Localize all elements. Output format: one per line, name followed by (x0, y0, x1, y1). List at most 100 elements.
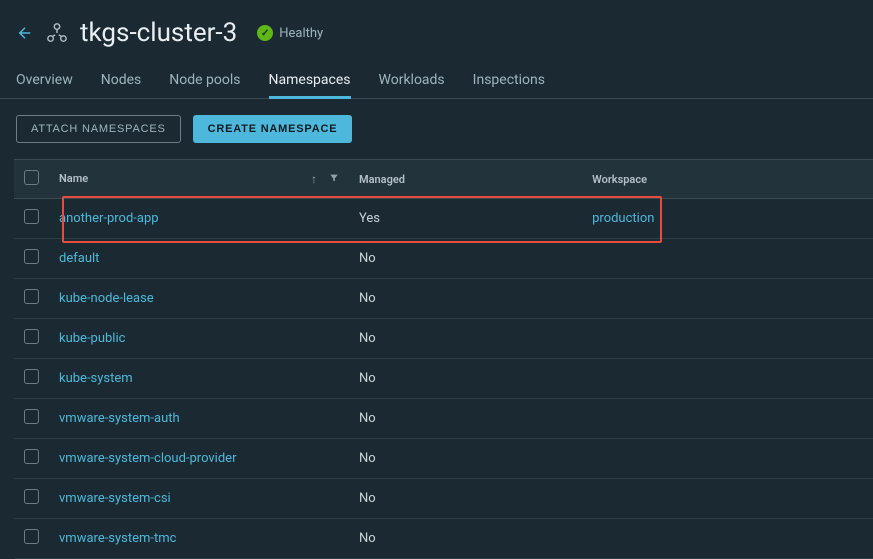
row-checkbox[interactable] (24, 249, 39, 264)
workspace-link[interactable]: production (592, 211, 654, 226)
table-row: vmware-system-cloud-provider No (14, 439, 873, 479)
page-header: tkgs-cluster-3 Healthy (0, 0, 873, 66)
table-row: vmware-system-auth No (14, 399, 873, 439)
row-name-cell: default (49, 239, 349, 279)
row-checkbox-cell (14, 199, 49, 239)
tab-workloads[interactable]: Workloads (379, 66, 445, 99)
row-checkbox-cell (14, 479, 49, 519)
row-checkbox-cell (14, 319, 49, 359)
tab-nodes[interactable]: Nodes (101, 66, 142, 99)
table-row: vmware-system-csi No (14, 479, 873, 519)
row-workspace-cell: production (582, 199, 873, 239)
row-workspace-cell (582, 279, 873, 319)
row-managed-cell: No (349, 279, 582, 319)
namespace-link[interactable]: default (59, 251, 99, 266)
namespace-link[interactable]: vmware-system-auth (59, 411, 180, 426)
attach-namespaces-button[interactable]: ATTACH NAMESPACES (16, 115, 181, 143)
managed-value: No (359, 331, 376, 346)
row-managed-cell: No (349, 479, 582, 519)
tabs: Overview Nodes Node pools Namespaces Workloa… (0, 66, 873, 99)
cluster-icon (46, 22, 68, 44)
tab-node-pools[interactable]: Node pools (169, 66, 240, 99)
row-checkbox-cell (14, 359, 49, 399)
row-workspace-cell (582, 319, 873, 359)
create-namespace-button[interactable]: CREATE NAMESPACE (193, 115, 353, 143)
row-name-cell: kube-node-lease (49, 279, 349, 319)
cluster-title: tkgs-cluster-3 (80, 18, 237, 48)
select-all-checkbox[interactable] (24, 170, 39, 185)
sort-asc-icon[interactable]: ↑ (311, 172, 317, 186)
row-name-cell: vmware-system-tmc (49, 519, 349, 559)
managed-value: No (359, 491, 376, 506)
table-row: kube-node-lease No (14, 279, 873, 319)
row-managed-cell: Yes (349, 199, 582, 239)
column-header-workspace[interactable]: Workspace (582, 160, 873, 199)
tab-namespaces[interactable]: Namespaces (269, 66, 351, 99)
column-managed-label: Managed (359, 173, 405, 186)
table-row: kube-public No (14, 319, 873, 359)
row-checkbox-cell (14, 399, 49, 439)
row-checkbox-cell (14, 439, 49, 479)
namespace-link[interactable]: kube-system (59, 371, 133, 386)
managed-value: No (359, 531, 376, 546)
row-managed-cell: No (349, 439, 582, 479)
row-checkbox-cell (14, 279, 49, 319)
status-badge: Healthy (257, 25, 323, 41)
table-row: another-prod-app Yes production (14, 199, 873, 239)
namespace-link[interactable]: another-prod-app (59, 211, 159, 226)
table-row: kube-system No (14, 359, 873, 399)
row-checkbox-cell (14, 239, 49, 279)
row-checkbox[interactable] (24, 209, 39, 224)
row-managed-cell: No (349, 319, 582, 359)
row-managed-cell: No (349, 519, 582, 559)
namespace-link[interactable]: vmware-system-csi (59, 491, 171, 506)
row-checkbox[interactable] (24, 329, 39, 344)
row-workspace-cell (582, 439, 873, 479)
row-name-cell: vmware-system-csi (49, 479, 349, 519)
column-name-label: Name (59, 172, 88, 185)
managed-value: No (359, 251, 376, 266)
table-row: vmware-system-tmc No (14, 519, 873, 559)
tab-overview[interactable]: Overview (16, 66, 73, 99)
namespace-link[interactable]: kube-node-lease (59, 291, 154, 306)
table-row: default No (14, 239, 873, 279)
row-checkbox[interactable] (24, 369, 39, 384)
row-workspace-cell (582, 479, 873, 519)
action-bar: ATTACH NAMESPACES CREATE NAMESPACE (0, 99, 873, 159)
managed-value: No (359, 291, 376, 306)
column-workspace-label: Workspace (592, 173, 647, 186)
row-name-cell: another-prod-app (49, 199, 349, 239)
row-workspace-cell (582, 239, 873, 279)
column-header-name[interactable]: Name ↑ (49, 160, 349, 199)
row-name-cell: kube-system (49, 359, 349, 399)
namespace-link[interactable]: vmware-system-tmc (59, 531, 176, 546)
managed-value: No (359, 411, 376, 426)
row-checkbox[interactable] (24, 489, 39, 504)
back-arrow-icon[interactable] (16, 24, 34, 42)
namespace-link[interactable]: kube-public (59, 331, 125, 346)
row-workspace-cell (582, 359, 873, 399)
row-checkbox[interactable] (24, 529, 39, 544)
row-checkbox-cell (14, 519, 49, 559)
row-workspace-cell (582, 399, 873, 439)
row-name-cell: kube-public (49, 319, 349, 359)
managed-value: No (359, 371, 376, 386)
row-checkbox[interactable] (24, 409, 39, 424)
row-checkbox[interactable] (24, 449, 39, 464)
managed-value: No (359, 451, 376, 466)
row-checkbox[interactable] (24, 289, 39, 304)
namespaces-table: Name ↑ Managed Workspace another-prod-ap… (14, 159, 873, 559)
row-managed-cell: No (349, 399, 582, 439)
column-header-checkbox (14, 160, 49, 199)
namespace-link[interactable]: vmware-system-cloud-provider (59, 451, 236, 466)
row-name-cell: vmware-system-auth (49, 399, 349, 439)
status-text: Healthy (279, 26, 323, 41)
filter-icon[interactable] (329, 172, 339, 186)
status-check-icon (257, 25, 273, 41)
row-workspace-cell (582, 519, 873, 559)
row-name-cell: vmware-system-cloud-provider (49, 439, 349, 479)
column-header-managed[interactable]: Managed (349, 160, 582, 199)
row-managed-cell: No (349, 359, 582, 399)
tab-inspections[interactable]: Inspections (473, 66, 545, 99)
row-managed-cell: No (349, 239, 582, 279)
